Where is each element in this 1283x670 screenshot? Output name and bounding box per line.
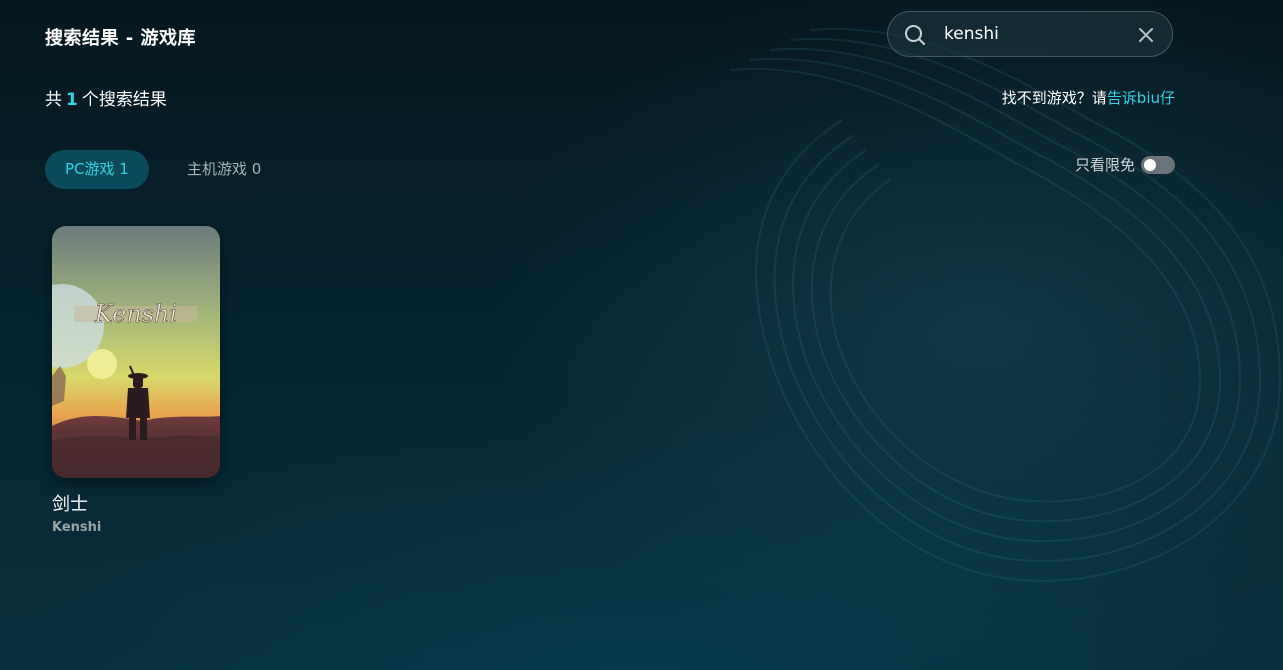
close-icon[interactable] xyxy=(1136,25,1156,45)
free-only-filter: 只看限免 xyxy=(1075,154,1175,175)
feedback-text: 找不到游戏？请 xyxy=(1001,89,1107,107)
game-title-en: Kenshi xyxy=(52,520,102,535)
search-icon xyxy=(905,25,925,45)
free-only-toggle[interactable] xyxy=(1141,155,1175,174)
search-box[interactable] xyxy=(887,11,1173,57)
toggle-knob xyxy=(1144,158,1156,171)
search-input[interactable] xyxy=(944,21,1124,47)
cover-logo-text: Kenshi xyxy=(94,300,177,328)
game-title-cn: 剑士 xyxy=(52,494,88,515)
result-count-prefix: 共 xyxy=(45,90,62,110)
background-contour-lines xyxy=(729,27,1282,582)
result-count-number: 1 xyxy=(66,90,78,110)
tab-pc-games[interactable]: PC游戏 1 xyxy=(45,150,149,189)
feedback-prompt: 找不到游戏？请告诉biu仔 xyxy=(1002,87,1175,108)
tab-console-games[interactable]: 主机游戏 0 xyxy=(167,150,281,189)
result-count-suffix: 个搜索结果 xyxy=(81,90,167,110)
game-cover-image[interactable]: Kenshi xyxy=(52,226,220,478)
feedback-link[interactable]: 告诉biu仔 xyxy=(1107,89,1175,107)
page-title: 搜索结果 - 游戏库 xyxy=(45,28,197,49)
kenshi-cover-art: Kenshi xyxy=(52,226,220,478)
result-count: 共 1 个搜索结果 xyxy=(45,85,167,110)
free-only-label: 只看限免 xyxy=(1074,156,1135,174)
game-card[interactable]: Kenshi 剑士 Kenshi xyxy=(52,226,222,535)
